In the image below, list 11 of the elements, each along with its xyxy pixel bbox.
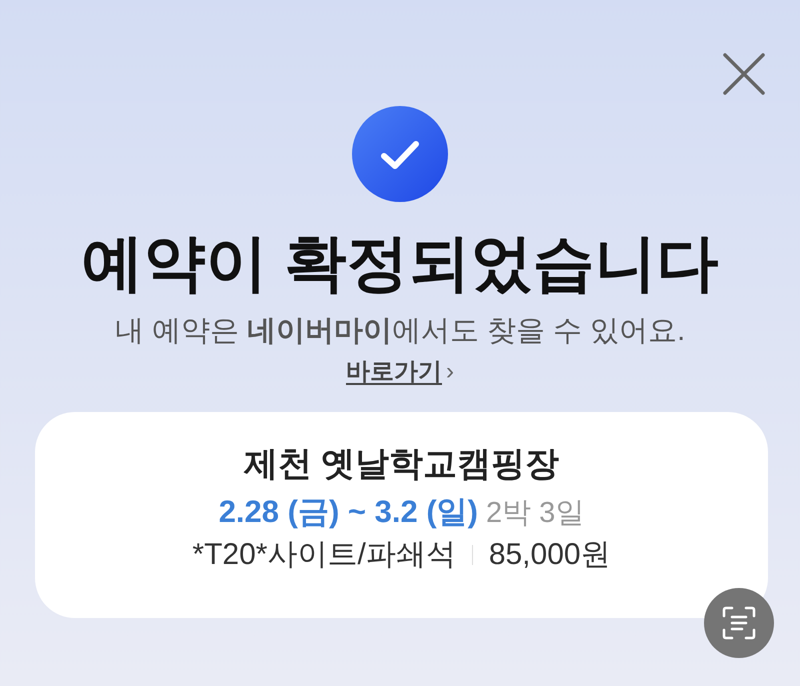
scan-text-icon [721,605,757,641]
stay-duration: 2박 3일 [486,496,584,531]
close-icon[interactable] [722,52,766,96]
check-icon [352,106,448,202]
site-name: *T20*사이트/파쇄석 [192,537,456,573]
date-range: 2.28 (금) ~ 3.2 (일) [218,493,478,531]
confirmation-title: 예약이 확정되었습니다 [81,228,719,300]
price: 85,000원 [488,537,611,573]
shortcut-link[interactable]: 바로가기 › [346,356,454,388]
subtitle-text: 내 예약은 네이버마이에서도 찾을 수 있어요. [114,314,686,349]
place-name: 제천 옛날학교캠핑장 [244,444,560,485]
